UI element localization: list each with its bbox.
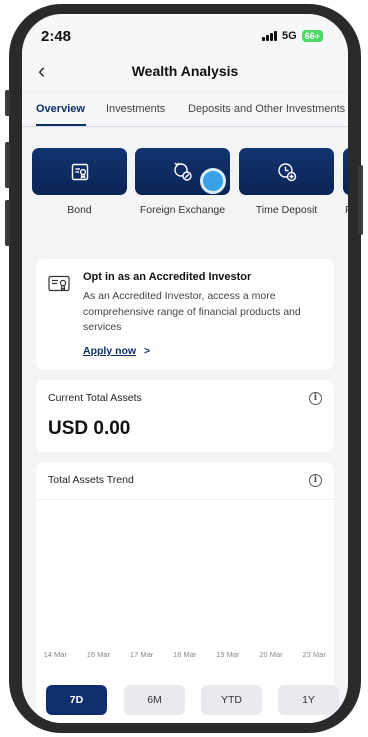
shortcut-partial-next[interactable]: Pr — [343, 148, 348, 216]
network-type: 5G — [282, 30, 297, 42]
period-ytd-button[interactable]: YTD — [201, 685, 262, 715]
nav-bar: ‹ Wealth Analysis — [22, 56, 348, 90]
period-6m-button[interactable]: 6M — [124, 685, 185, 715]
battery-icon: 66+ — [301, 30, 323, 42]
time-deposit-icon — [277, 162, 296, 181]
tab-investments[interactable]: Investments — [106, 103, 165, 115]
bond-icon — [71, 163, 88, 180]
phone-volume-down-button — [5, 200, 10, 246]
period-1y-button[interactable]: 1Y — [278, 685, 339, 715]
total-assets-trend-card: Total Assets Trend i 14 Mar 16 Mar 17 Ma… — [36, 462, 334, 723]
shortcut-time-deposit[interactable]: Time Deposit — [239, 148, 334, 216]
shortcut-label: Time Deposit — [255, 204, 318, 216]
assets-label: Current Total Assets — [48, 392, 142, 404]
accredited-investor-card: Opt in as an Accredited Investor As an A… — [36, 259, 334, 370]
x-tick-label: 17 Mar — [129, 650, 154, 659]
page-title: Wealth Analysis — [131, 63, 239, 79]
shortcut-label: Pr — [343, 204, 348, 216]
foreign-exchange-icon — [173, 162, 192, 181]
assets-value: USD 0.00 — [48, 418, 131, 439]
info-icon[interactable]: i — [309, 392, 322, 405]
phone-power-button — [358, 165, 363, 235]
touch-indicator — [200, 168, 226, 194]
period-7d-button[interactable]: 7D — [46, 685, 107, 715]
status-bar: 2:48 5G 66+ — [22, 14, 348, 56]
certificate-icon — [48, 275, 70, 292]
apply-now-link[interactable]: Apply now > — [83, 345, 150, 357]
x-tick-label: 23 Mar — [302, 650, 326, 659]
x-tick-label: 18 Mar — [173, 650, 197, 659]
x-tick-label: 14 Mar — [43, 650, 67, 659]
x-tick-label: 16 Mar — [86, 650, 111, 659]
divider — [36, 499, 334, 500]
shortcut-bond[interactable]: Bond — [32, 148, 127, 216]
shortcut-label: Bond — [67, 204, 92, 216]
shortcut-label: Foreign Exchange — [139, 204, 226, 216]
chevron-right-icon: > — [144, 345, 151, 357]
signal-icon — [262, 31, 278, 41]
tab-overview[interactable]: Overview — [36, 103, 85, 115]
trend-title: Total Assets Trend — [48, 474, 134, 486]
current-total-assets-card: Current Total Assets i USD 0.00 — [36, 380, 334, 452]
phone-volume-up-button — [5, 142, 10, 188]
shortcut-tile — [32, 148, 127, 195]
shortcut-tile — [343, 148, 348, 195]
x-tick-label: 20 Mar — [259, 650, 283, 659]
status-time: 2:48 — [41, 28, 72, 45]
x-tick-label: 19 Mar — [216, 650, 240, 659]
status-indicators: 5G 66+ — [262, 30, 323, 42]
info-icon[interactable]: i — [309, 474, 322, 487]
shortcut-tile — [239, 148, 334, 195]
active-tab-indicator — [36, 124, 86, 126]
tab-deposits-and-other-investments[interactable]: Deposits and Other Investments — [188, 103, 345, 115]
accredited-title: Opt in as an Accredited Investor — [83, 271, 252, 283]
apply-now-label: Apply now — [83, 345, 137, 357]
phone-side-button — [5, 90, 10, 116]
tab-bar: Overview Investments Deposits and Other … — [22, 94, 348, 127]
accredited-description: As an Accredited Investor, access a more… — [83, 290, 301, 333]
phone-screen: 2:48 5G 66+ ‹ Wealth Analysis Overview I… — [22, 14, 348, 723]
